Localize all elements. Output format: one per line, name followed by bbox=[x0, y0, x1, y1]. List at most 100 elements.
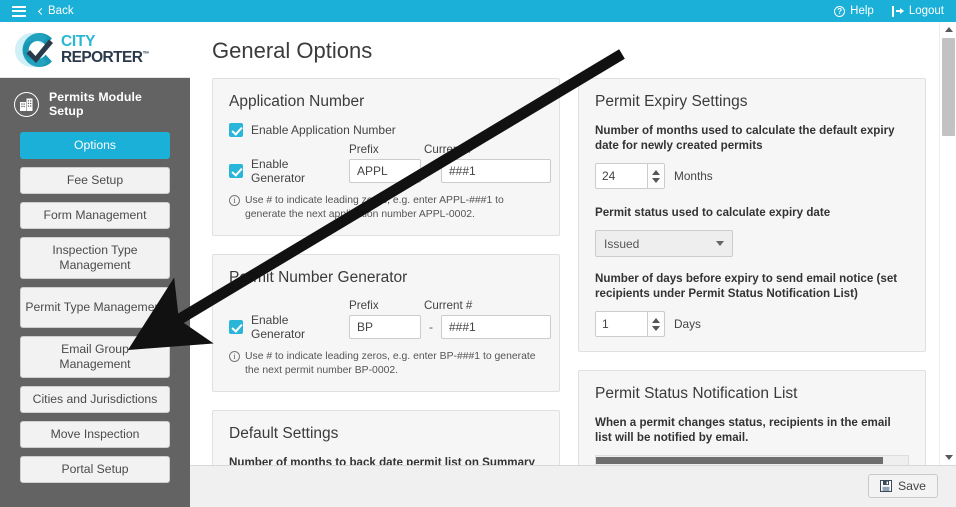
page-vertical-scrollbar[interactable] bbox=[939, 22, 956, 465]
building-icon bbox=[14, 91, 39, 117]
prefix-header: Prefix bbox=[349, 299, 379, 312]
back-label: Back bbox=[48, 5, 74, 17]
hamburger-icon[interactable] bbox=[12, 5, 26, 17]
back-button[interactable]: Back bbox=[37, 5, 74, 17]
expiry-months-input[interactable] bbox=[595, 163, 647, 189]
sidebar-item-permit-type-management[interactable]: Permit Type Management bbox=[20, 287, 170, 328]
sidebar-item-portal-setup[interactable]: Portal Setup bbox=[20, 456, 170, 483]
permit-current-input[interactable] bbox=[441, 315, 551, 339]
sidebar-item-label: Fee Setup bbox=[66, 173, 124, 187]
module-header: Permits Module Setup bbox=[0, 78, 190, 130]
permit-enable-generator-label: Enable Generator bbox=[251, 313, 306, 341]
help-label: Help bbox=[850, 5, 874, 17]
expiry-status-label: Permit status used to calculate expiry d… bbox=[595, 206, 831, 219]
application-enable-generator-checkbox[interactable] bbox=[229, 164, 243, 178]
brand-line-1: CITY bbox=[61, 33, 96, 50]
info-icon: i bbox=[229, 351, 240, 362]
default-settings-panel: Default Settings Number of months to bac… bbox=[212, 410, 560, 465]
brand-tm: ™ bbox=[142, 50, 149, 58]
application-number-panel: Application Number Enable Application Nu… bbox=[212, 78, 560, 236]
stepper-down-icon[interactable] bbox=[652, 325, 660, 331]
current-header: Current # bbox=[424, 143, 473, 156]
expiry-months-unit: Months bbox=[674, 169, 713, 183]
default-settings-label: Number of months to back date permit lis… bbox=[229, 456, 535, 465]
scroll-up-arrow-icon bbox=[944, 26, 953, 32]
expiry-months-stepper[interactable] bbox=[595, 163, 665, 189]
app-window: Back ? Help Logout CITY REPORTER™ Permit… bbox=[0, 0, 956, 507]
sidebar-item-cities-and-jurisdictions[interactable]: Cities and Jurisdictions bbox=[20, 386, 170, 413]
panels-grid: Application Number Enable Application Nu… bbox=[190, 64, 956, 465]
permit-enable-generator-checkbox[interactable] bbox=[229, 320, 243, 334]
expiry-months-label: Number of months used to calculate the d… bbox=[595, 124, 895, 152]
stepper-up-icon[interactable] bbox=[652, 317, 660, 323]
stepper-down-icon[interactable] bbox=[652, 177, 660, 183]
sidebar-menu: Options Fee Setup Form Management Inspec… bbox=[0, 130, 190, 483]
brand-line-2: REPORTER™ bbox=[61, 49, 149, 66]
prefix-header: Prefix bbox=[349, 143, 379, 156]
save-button[interactable]: Save bbox=[867, 474, 938, 498]
permit-separator: - bbox=[429, 320, 433, 334]
notification-list-horizontal-scrollbar[interactable] bbox=[595, 455, 909, 465]
sidebar-item-fee-setup[interactable]: Fee Setup bbox=[20, 167, 170, 194]
notification-list-title: Permit Status Notification List bbox=[595, 385, 798, 402]
sidebar: CITY REPORTER™ Permits Module Setup Opti… bbox=[0, 22, 190, 507]
scroll-down-arrow-icon bbox=[944, 454, 953, 460]
notification-list-description: When a permit changes status, recipients… bbox=[595, 416, 891, 444]
scrollbar-thumb[interactable] bbox=[942, 38, 955, 136]
application-prefix-input[interactable] bbox=[349, 159, 421, 183]
help-icon: ? bbox=[834, 5, 846, 17]
expiry-days-unit: Days bbox=[674, 317, 701, 331]
help-button[interactable]: ? Help bbox=[834, 5, 874, 17]
enable-application-number-checkbox[interactable] bbox=[229, 123, 243, 137]
logout-button[interactable]: Logout bbox=[891, 5, 944, 17]
permit-number-hint: i Use # to indicate leading zeros, e.g. … bbox=[229, 350, 543, 377]
default-settings-title: Default Settings bbox=[229, 425, 339, 442]
expiry-days-buttons[interactable] bbox=[647, 311, 665, 337]
expiry-months-buttons[interactable] bbox=[647, 163, 665, 189]
permit-number-field-headers: Prefix Current # bbox=[349, 299, 543, 312]
sidebar-item-label: Options bbox=[73, 138, 116, 152]
sidebar-item-form-management[interactable]: Form Management bbox=[20, 202, 170, 229]
sidebar-item-options[interactable]: Options bbox=[20, 132, 170, 159]
application-current-input[interactable] bbox=[441, 159, 551, 183]
module-title: Permits Module Setup bbox=[49, 90, 142, 118]
expiry-status-value: Issued bbox=[604, 236, 640, 251]
top-bar-actions: ? Help Logout bbox=[834, 5, 944, 17]
application-enable-generator[interactable]: Enable Generator bbox=[229, 157, 341, 185]
expiry-status-select[interactable]: Issued bbox=[595, 230, 733, 257]
scroll-down-button[interactable] bbox=[940, 450, 956, 464]
stepper-up-icon[interactable] bbox=[652, 169, 660, 175]
permit-prefix-input[interactable] bbox=[349, 315, 421, 339]
permit-status-notification-list-panel: Permit Status Notification List When a p… bbox=[578, 370, 926, 465]
sidebar-item-label: Portal Setup bbox=[61, 462, 129, 476]
expiry-days-input[interactable] bbox=[595, 311, 647, 337]
application-separator: - bbox=[429, 164, 433, 178]
expiry-months-row: Months bbox=[595, 163, 909, 189]
expiry-days-stepper[interactable] bbox=[595, 311, 665, 337]
page-title: General Options bbox=[212, 38, 373, 63]
application-number-hint-text: Use # to indicate leading zeros, e.g. en… bbox=[245, 195, 504, 220]
sidebar-item-label: Cities and Jurisdictions bbox=[32, 392, 158, 406]
chevron-left-icon bbox=[37, 7, 46, 15]
expiry-days-label: Number of days before expiry to send ema… bbox=[595, 272, 898, 300]
current-header: Current # bbox=[424, 299, 473, 312]
footer-bar: Save bbox=[190, 465, 956, 507]
scroll-up-button[interactable] bbox=[940, 22, 956, 36]
sidebar-item-label: Email Group Management bbox=[59, 342, 131, 371]
application-enable-generator-label: Enable Generator bbox=[251, 157, 306, 185]
application-number-field-headers: Prefix Current # bbox=[349, 143, 543, 156]
scrollbar-thumb[interactable] bbox=[596, 457, 884, 464]
sidebar-item-label: Form Management bbox=[43, 208, 147, 222]
permit-number-generator-panel: Permit Number Generator Prefix Current #… bbox=[212, 254, 560, 392]
sidebar-item-email-group-management[interactable]: Email Group Management bbox=[20, 336, 170, 378]
sidebar-item-inspection-type-management[interactable]: Inspection Type Management bbox=[20, 237, 170, 279]
enable-application-number-row[interactable]: Enable Application Number bbox=[229, 123, 543, 137]
permit-number-hint-text: Use # to indicate leading zeros, e.g. en… bbox=[245, 351, 536, 376]
sidebar-item-move-inspection[interactable]: Move Inspection bbox=[20, 421, 170, 448]
logout-label: Logout bbox=[908, 5, 944, 17]
logout-icon bbox=[891, 5, 904, 17]
permit-expiry-settings-panel: Permit Expiry Settings Number of months … bbox=[578, 78, 926, 352]
permit-enable-generator[interactable]: Enable Generator bbox=[229, 313, 341, 341]
brand-logo[interactable]: CITY REPORTER™ bbox=[0, 22, 190, 78]
right-column: Permit Expiry Settings Number of months … bbox=[578, 78, 926, 465]
